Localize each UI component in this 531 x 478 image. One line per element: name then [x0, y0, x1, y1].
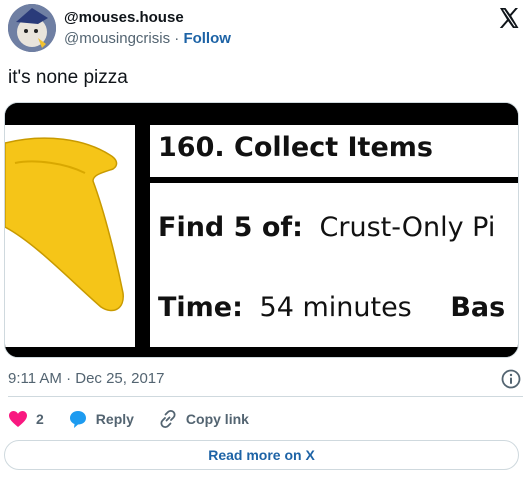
media-time-line: Time: 54 minutes Bas — [158, 292, 505, 323]
reply-label: Reply — [95, 411, 134, 427]
divider-top — [8, 396, 523, 397]
reply-bubble-icon — [69, 411, 86, 428]
media-screenshot: 160. Collect Items Find 5 of: Crust-Only… — [5, 103, 518, 357]
handle-separator: · — [174, 30, 180, 47]
heart-icon — [9, 411, 27, 427]
avatar-image — [8, 4, 56, 52]
tweet-media[interactable]: 160. Collect Items Find 5 of: Crust-Only… — [4, 102, 519, 358]
like-count: 2 — [36, 411, 44, 427]
follow-button[interactable]: Follow — [183, 30, 231, 47]
reply-button[interactable]: Reply — [68, 409, 134, 429]
display-name[interactable]: @mouses.house — [64, 9, 231, 27]
media-time-label: Time: — [158, 292, 243, 323]
author-names: @mouses.house @mousingcrisis · Follow — [64, 9, 231, 49]
avatar[interactable] — [8, 4, 56, 52]
tweet-timestamp[interactable]: 9:11 AM · Dec 25, 2017 — [8, 369, 164, 389]
media-find-label: Find 5 of: — [158, 212, 303, 243]
link-icon — [160, 409, 176, 429]
tweet-header: @mouses.house @mousingcrisis · Follow — [8, 4, 523, 56]
handle-row: @mousingcrisis · Follow — [64, 29, 231, 49]
media-title: 160. Collect Items — [158, 132, 433, 163]
media-time-value: 54 minutes — [260, 292, 412, 323]
action-bar: 2 Reply Copy link — [8, 405, 273, 433]
tweet-text: it's none pizza — [8, 67, 128, 88]
copy-link-button[interactable]: Copy link — [158, 409, 249, 429]
copy-link-label: Copy link — [185, 411, 249, 427]
info-icon[interactable] — [501, 369, 521, 389]
like-button[interactable]: 2 — [8, 409, 44, 429]
media-find-line: Find 5 of: Crust-Only Pi — [158, 212, 495, 243]
x-logo-icon[interactable] — [497, 6, 521, 30]
media-extra-label: Bas — [450, 292, 505, 323]
media-find-value: Crust-Only Pi — [320, 212, 496, 243]
handle[interactable]: @mousingcrisis — [64, 30, 170, 47]
read-more-button[interactable]: Read more on X — [4, 440, 519, 470]
